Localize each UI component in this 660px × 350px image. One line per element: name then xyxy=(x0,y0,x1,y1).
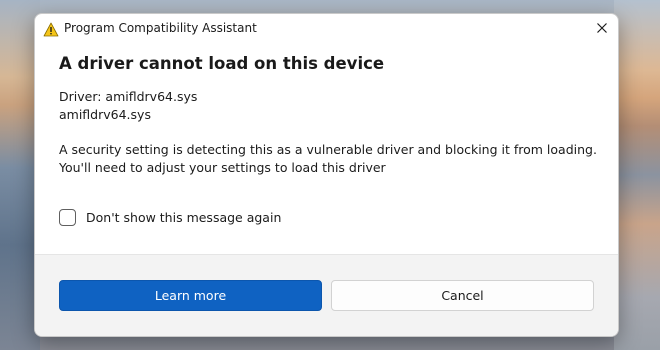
learn-more-button[interactable]: Learn more xyxy=(59,280,322,311)
window-title: Program Compatibility Assistant xyxy=(64,21,257,35)
driver-name-line: Driver: amifldrv64.sys xyxy=(59,89,198,104)
title-bar: Program Compatibility Assistant xyxy=(35,14,618,44)
cancel-button[interactable]: Cancel xyxy=(331,280,594,311)
compatibility-dialog: Program Compatibility Assistant A driver… xyxy=(34,13,619,337)
dont-show-again-label[interactable]: Don't show this message again xyxy=(86,210,281,225)
warning-icon xyxy=(43,22,59,37)
close-button[interactable] xyxy=(586,14,618,42)
driver-file-line: amifldrv64.sys xyxy=(59,107,151,122)
desktop-wallpaper-right xyxy=(614,0,660,350)
dont-show-again-checkbox[interactable] xyxy=(59,209,76,226)
dialog-footer: Learn more Cancel xyxy=(35,254,618,336)
description-line-2: You'll need to adjust your settings to l… xyxy=(59,160,386,175)
close-icon xyxy=(596,19,608,38)
dialog-content: A driver cannot load on this device Driv… xyxy=(59,54,597,175)
dont-show-again-row[interactable]: Don't show this message again xyxy=(59,209,281,226)
dialog-heading: A driver cannot load on this device xyxy=(59,54,385,73)
description-line-1: A security setting is detecting this as … xyxy=(59,142,597,157)
